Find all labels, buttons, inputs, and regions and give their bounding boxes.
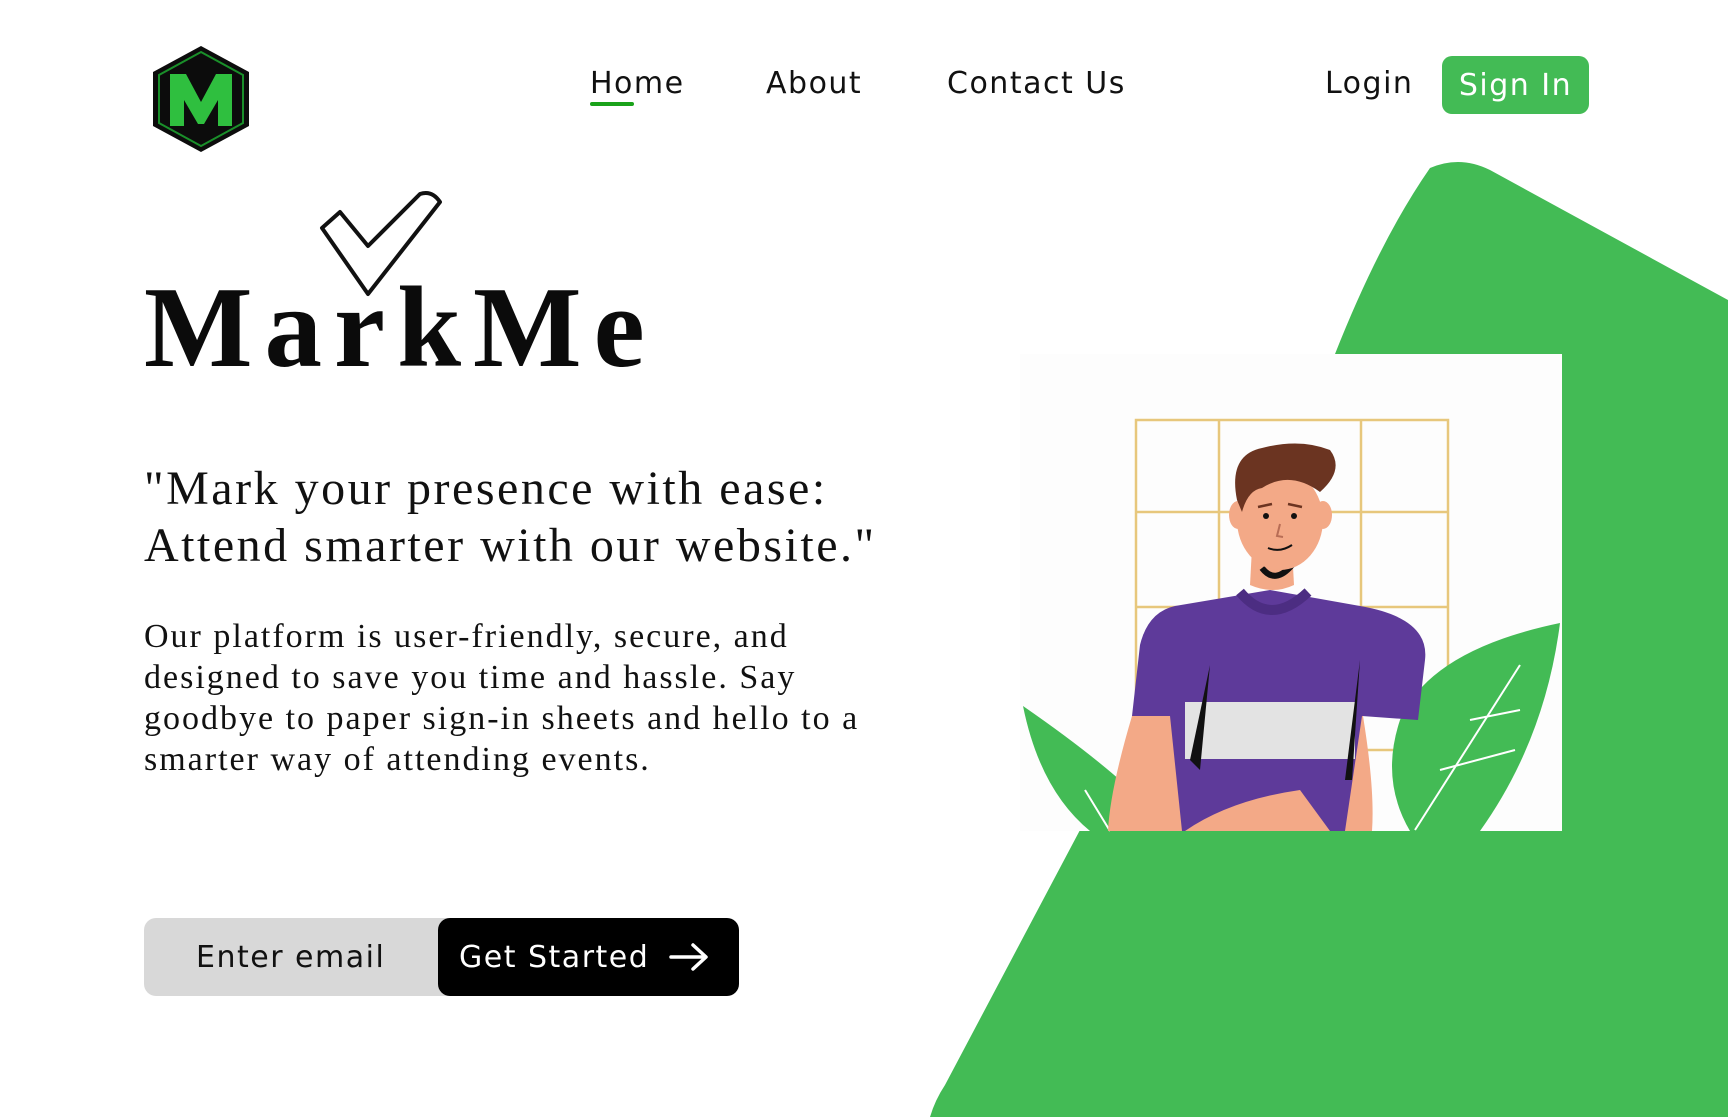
nav-contact-us[interactable]: Contact Us: [947, 66, 1126, 101]
hero-description: Our platform is user-friendly, secure, a…: [144, 618, 860, 778]
wall-grid: [1134, 418, 1450, 752]
email-input[interactable]: Enter email: [144, 918, 464, 996]
login-link[interactable]: Login: [1325, 66, 1413, 101]
right-leaf: [1392, 623, 1560, 831]
quote-line-2: Attend smarter with our website.": [144, 519, 877, 572]
illustration-panel: [1020, 354, 1562, 831]
brand-title: MarkMe: [144, 264, 657, 391]
nav-home[interactable]: Home: [590, 66, 685, 101]
nav-active-underline: [590, 102, 634, 106]
arrow-right-icon: [669, 943, 708, 971]
get-started-label: Get Started: [459, 939, 650, 975]
green-background-shape: [930, 161, 1728, 1117]
sign-in-button[interactable]: Sign In: [1442, 56, 1589, 114]
nav-about[interactable]: About: [766, 66, 862, 101]
hair: [1235, 443, 1336, 512]
person-figure: [1108, 443, 1426, 831]
hero-quote: "Mark your presence with ease: Attend sm…: [144, 460, 877, 574]
quote-line-1: "Mark your presence with ease:: [144, 462, 828, 515]
left-leaf: [1023, 706, 1170, 831]
get-started-button[interactable]: Get Started: [438, 918, 739, 996]
logo-hexagon-icon[interactable]: [146, 44, 256, 154]
